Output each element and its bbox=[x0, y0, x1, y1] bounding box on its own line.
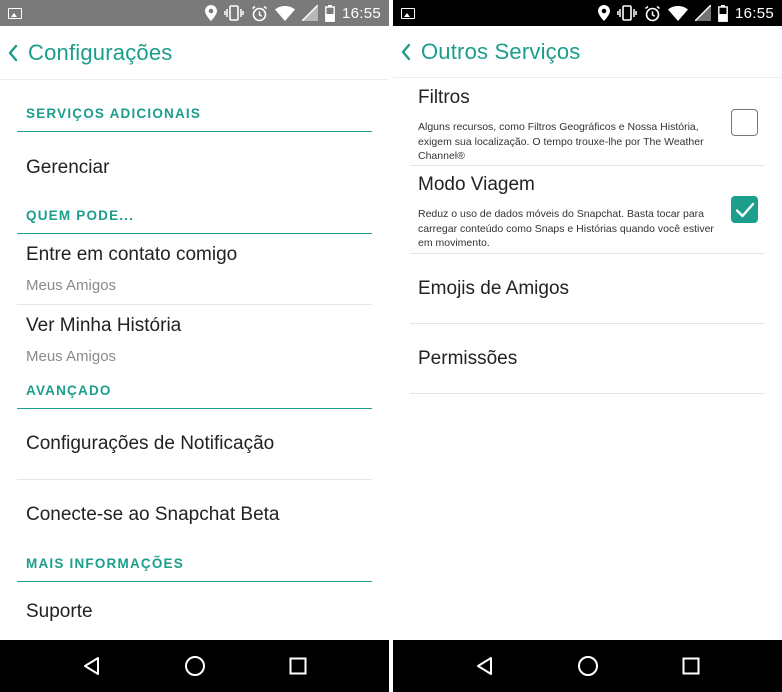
list-item-subtitle: Meus Amigos bbox=[26, 277, 117, 294]
list-item-title: Permissões bbox=[418, 347, 518, 369]
list-item-title: Gerenciar bbox=[26, 157, 110, 178]
list-item-notificacao[interactable]: Configurações de Notificação bbox=[17, 410, 372, 478]
vibrate-icon bbox=[617, 5, 637, 21]
battery-icon bbox=[718, 4, 728, 22]
signal-icon bbox=[301, 5, 318, 21]
recents-square-icon[interactable] bbox=[671, 646, 711, 686]
battery-icon bbox=[325, 4, 335, 22]
screen-outros-servicos: 16:55 Outros Serviços Filtros Alguns rec… bbox=[393, 0, 782, 692]
section-header-quem-pode: QUEM PODE... bbox=[17, 208, 372, 234]
list-item-suporte[interactable]: Suporte bbox=[17, 583, 372, 641]
back-chevron-icon[interactable] bbox=[8, 42, 22, 64]
image-icon bbox=[401, 7, 415, 19]
status-time: 16:55 bbox=[341, 4, 381, 22]
list-item-contato[interactable]: Entre em contato comigo Meus Amigos bbox=[17, 235, 372, 305]
nav-bar bbox=[393, 640, 782, 692]
nav-bar bbox=[0, 640, 389, 692]
screen-configuracoes: 16:55 Configurações SERVIÇOS ADICIONAIS … bbox=[0, 0, 389, 692]
location-icon bbox=[597, 5, 610, 21]
option-title: Modo Viagem bbox=[418, 174, 535, 195]
back-triangle-icon[interactable] bbox=[72, 646, 112, 686]
wifi-icon bbox=[274, 5, 295, 21]
option-filtros[interactable]: Filtros Alguns recursos, como Filtros Ge… bbox=[410, 79, 765, 166]
signal-icon bbox=[694, 5, 711, 21]
option-description: Alguns recursos, como Filtros Geográfico… bbox=[418, 121, 704, 162]
image-icon bbox=[8, 7, 22, 19]
page-title: Configurações bbox=[28, 39, 173, 65]
location-icon bbox=[204, 5, 217, 21]
home-circle-icon[interactable] bbox=[568, 646, 608, 686]
list-item-gerenciar[interactable]: Gerenciar bbox=[17, 133, 372, 203]
list-item-title: Configurações de Notificação bbox=[26, 433, 275, 454]
back-triangle-icon[interactable] bbox=[465, 646, 505, 686]
list-item-title: Ver Minha História bbox=[26, 315, 182, 336]
modo-viagem-checkbox[interactable] bbox=[731, 196, 758, 223]
wifi-icon bbox=[667, 5, 688, 21]
status-bar: 16:55 bbox=[0, 0, 389, 26]
option-description: Reduz o uso de dados móveis do Snapchat.… bbox=[418, 208, 714, 249]
list-item-subtitle: Meus Amigos bbox=[26, 348, 117, 365]
app-bar: Outros Serviços bbox=[393, 26, 782, 78]
filtros-checkbox[interactable] bbox=[731, 109, 758, 136]
status-bar: 16:55 bbox=[393, 0, 782, 26]
vibrate-icon bbox=[224, 5, 244, 21]
list-item-permissoes[interactable]: Permissões bbox=[410, 324, 765, 393]
list-item-emojis-amigos[interactable]: Emojis de Amigos bbox=[410, 255, 765, 323]
checkmark-icon bbox=[735, 202, 754, 217]
list-item-title: Entre em contato comigo bbox=[26, 244, 238, 265]
row-divider bbox=[410, 393, 765, 394]
alarm-icon bbox=[644, 5, 660, 21]
list-item-title: Conecte-se ao Snapchat Beta bbox=[26, 504, 280, 525]
status-time: 16:55 bbox=[734, 4, 774, 22]
section-header-avancado: AVANÇADO bbox=[17, 383, 372, 409]
option-modo-viagem[interactable]: Modo Viagem Reduz o uso de dados móveis … bbox=[410, 167, 765, 254]
section-header-mais-informacoes: MAIS INFORMAÇÕES bbox=[17, 556, 372, 582]
list-item-title: Suporte bbox=[26, 601, 93, 622]
list-item-title: Emojis de Amigos bbox=[418, 278, 570, 299]
page-title: Outros Serviços bbox=[421, 38, 581, 64]
section-header-servicos-adicionais: SERVIÇOS ADICIONAIS bbox=[17, 106, 372, 132]
recents-square-icon[interactable] bbox=[278, 646, 318, 686]
home-circle-icon[interactable] bbox=[175, 646, 215, 686]
back-chevron-icon[interactable] bbox=[401, 41, 415, 63]
app-bar: Configurações bbox=[0, 26, 389, 80]
list-item-historia[interactable]: Ver Minha História Meus Amigos bbox=[17, 305, 372, 375]
option-title: Filtros bbox=[418, 87, 470, 108]
list-item-snapchat-beta[interactable]: Conecte-se ao Snapchat Beta bbox=[17, 480, 372, 550]
alarm-icon bbox=[251, 5, 267, 21]
